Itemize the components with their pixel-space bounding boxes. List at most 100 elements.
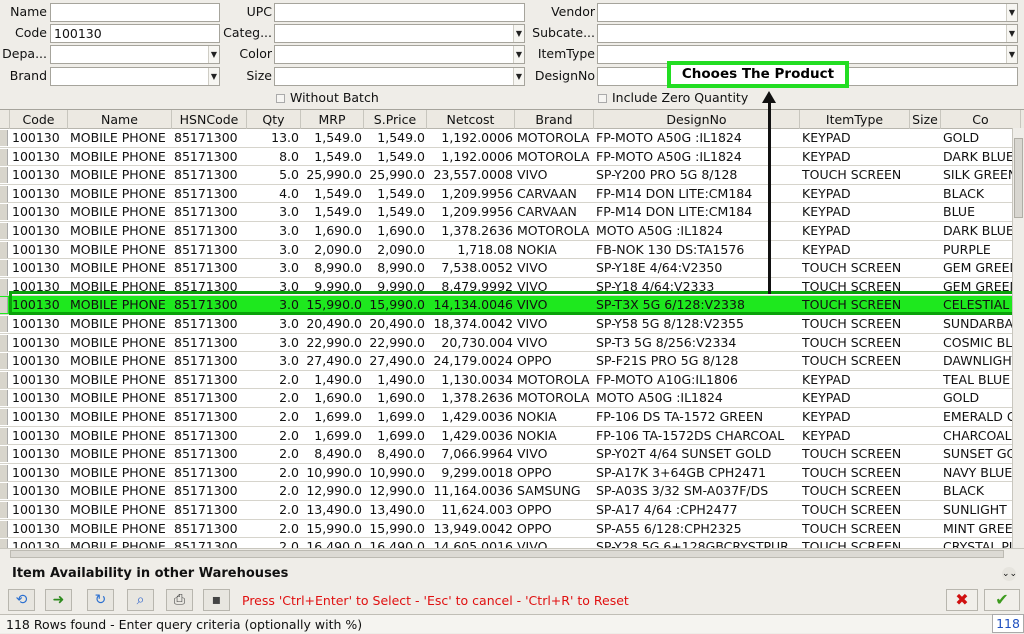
chevron-down-icon[interactable]: ▼ [513, 46, 524, 63]
table-row[interactable]: 100130 MOBILE PHONE 85171300 2.0 12,990.0 12,… [0, 482, 1012, 501]
row-indicator[interactable] [0, 148, 8, 165]
table-row[interactable]: 100130 MOBILE PHONE 85171300 4.0 1,549.0 1,54… [0, 185, 1012, 204]
chevron-down-icon[interactable]: ▼ [1006, 46, 1017, 63]
row-indicator[interactable] [0, 334, 8, 351]
column-header-name[interactable]: Name [68, 110, 172, 129]
table-row[interactable]: 100130 MOBILE PHONE 85171300 2.0 10,990.0 10,… [0, 464, 1012, 483]
chevron-down-icon[interactable]: ▼ [513, 25, 524, 42]
row-indicator[interactable] [0, 260, 8, 277]
chevron-down-icon[interactable]: ▼ [208, 46, 219, 63]
cell-s-price: 25,990.0 [369, 167, 425, 183]
row-indicator[interactable] [0, 130, 8, 146]
column-header-itemtype[interactable]: ItemType [800, 110, 910, 129]
checkbox-box[interactable] [276, 94, 285, 103]
row-indicator[interactable] [0, 464, 8, 481]
scrollbar-thumb[interactable] [1014, 138, 1023, 218]
row-indicator[interactable] [0, 241, 8, 258]
refresh-icon[interactable]: ⟲ [8, 589, 35, 611]
cancel-button[interactable]: ✖ [946, 589, 978, 611]
table-row[interactable]: 100130 MOBILE PHONE 85171300 2.0 8,490.0 8,49… [0, 445, 1016, 464]
cell-code: 100130 [12, 390, 60, 406]
cell-brand: VIVO [517, 316, 548, 331]
table-row[interactable]: 100130 MOBILE PHONE 85171300 3.0 1,549.0 1,54… [0, 203, 1012, 222]
table-row[interactable]: 100130 MOBILE PHONE 85171300 3.0 1,690.0 1,69… [0, 222, 1014, 241]
row-indicator[interactable] [0, 316, 8, 332]
column-header-code[interactable]: Code [10, 110, 68, 129]
row-indicator[interactable] [0, 278, 8, 295]
table-row[interactable]: 100130 MOBILE PHONE 85171300 3.0 27,490.0 27,… [0, 352, 1019, 371]
size-select[interactable]: ▼ [274, 67, 525, 86]
chevron-down-icon[interactable]: ▼ [513, 68, 524, 85]
subcategory-select[interactable]: ▼ [597, 24, 1018, 43]
table-row[interactable]: 100130 MOBILE PHONE 85171300 2.0 1,699.0 1,69… [0, 408, 1017, 427]
chevron-down-icon[interactable]: ▼ [208, 68, 219, 85]
vendor-select[interactable]: ▼ [597, 3, 1018, 22]
color-select[interactable]: ▼ [274, 45, 525, 64]
table-row[interactable]: 100130 MOBILE PHONE 85171300 3.0 8,990.0 8,99… [0, 259, 1019, 278]
department-select[interactable]: ▼ [50, 45, 220, 64]
cell-qty: 5.0 [279, 167, 299, 183]
code-input[interactable]: 100130 [50, 24, 220, 43]
column-header-netcost[interactable]: Netcost [427, 110, 515, 129]
reload-icon[interactable]: ↻ [87, 589, 114, 611]
include-zero-quantity-checkbox[interactable]: Include Zero Quantity [598, 90, 748, 106]
column-header-co[interactable]: Co [941, 110, 1021, 129]
table-row[interactable]: 100130 MOBILE PHONE 85171300 2.0 13,490.0 13,… [0, 501, 1012, 520]
table-row[interactable]: 100130 MOBILE PHONE 85171300 8.0 1,549.0 1,54… [0, 148, 1014, 167]
name-input[interactable] [50, 3, 220, 22]
table-row[interactable]: 100130 MOBILE PHONE 85171300 2.0 1,490.0 1,49… [0, 371, 1012, 390]
cell-name: MOBILE PHONE [70, 409, 166, 424]
table-row[interactable]: 100130 MOBILE PHONE 85171300 2.0 1,690.0 1,69… [0, 389, 1012, 408]
cell-itemtype: TOUCH SCREEN [802, 167, 902, 183]
column-header-qty[interactable]: Qty [247, 110, 301, 129]
column-header-size[interactable]: Size [910, 110, 941, 129]
table-row[interactable]: 100130 MOBILE PHONE 85171300 2.0 15,990.0 15,… [0, 520, 1021, 539]
row-indicator[interactable] [0, 223, 8, 239]
print-icon[interactable]: ⎙ [166, 589, 193, 611]
column-header-brand[interactable]: Brand [515, 110, 594, 129]
row-indicator[interactable] [0, 353, 8, 370]
table-row[interactable]: 100130 MOBILE PHONE 85171300 3.0 20,490.0 20,… [0, 315, 1021, 334]
close-icon[interactable]: ▪ [203, 589, 230, 611]
brand-select[interactable]: ▼ [50, 67, 220, 86]
scrollbar-thumb[interactable] [10, 550, 1004, 558]
row-indicator[interactable] [0, 371, 8, 388]
cell-size [910, 408, 941, 426]
chevron-down-icon[interactable]: ▼ [1006, 4, 1017, 21]
cell-mrp: 27,490.0 [306, 353, 362, 369]
ok-button[interactable]: ✔ [984, 589, 1020, 611]
row-indicator[interactable] [0, 167, 8, 184]
next-icon[interactable]: ➜ [45, 589, 72, 611]
table-row[interactable]: 100130 MOBILE PHONE 85171300 2.0 1,699.0 1,69… [0, 427, 1012, 446]
checkbox-box[interactable] [598, 94, 607, 103]
row-indicator[interactable] [0, 483, 8, 500]
row-indicator[interactable] [0, 502, 8, 518]
cell-netcost: 1,209.9956 [441, 204, 513, 220]
row-indicator[interactable] [0, 427, 8, 444]
without-batch-checkbox[interactable]: Without Batch [276, 90, 379, 106]
table-row[interactable]: 100130 MOBILE PHONE 85171300 5.0 25,990.0 25,… [0, 166, 1017, 185]
row-indicator[interactable] [0, 409, 8, 425]
row-indicator[interactable] [0, 185, 8, 202]
table-row[interactable]: 100130 MOBILE PHONE 85171300 13.0 1,549.0 1,5… [0, 129, 1012, 148]
double-chevron-down-icon[interactable]: ⌄⌄ [1002, 567, 1017, 581]
row-indicator[interactable] [0, 297, 8, 314]
row-indicator[interactable] [0, 446, 8, 463]
row-indicator[interactable] [0, 390, 8, 407]
column-header-s-price[interactable]: S.Price [364, 110, 427, 129]
cell-mrp: 15,990.0 [306, 520, 362, 536]
table-header: Code Name HSNCode Qty MRP S.Price Netcost Brand… [0, 110, 1024, 129]
column-header-hsncode[interactable]: HSNCode [172, 110, 247, 129]
column-header-mrp[interactable]: MRP [301, 110, 364, 129]
category-select[interactable]: ▼ [274, 24, 525, 43]
row-indicator[interactable] [0, 204, 8, 221]
table-row[interactable]: 100130 MOBILE PHONE 85171300 3.0 2,090.0 2,09… [0, 241, 1012, 260]
row-indicator[interactable] [0, 520, 8, 537]
vertical-scrollbar[interactable] [1012, 128, 1024, 548]
chevron-down-icon[interactable]: ▼ [1006, 25, 1017, 42]
search-icon[interactable]: ⌕ [127, 589, 154, 611]
upc-input[interactable] [274, 3, 525, 22]
table-row[interactable]: 100130 MOBILE PHONE 85171300 3.0 22,990.0 22,… [0, 334, 1021, 353]
horizontal-scrollbar[interactable] [0, 548, 1024, 559]
cell-name: MOBILE PHONE [70, 353, 166, 369]
